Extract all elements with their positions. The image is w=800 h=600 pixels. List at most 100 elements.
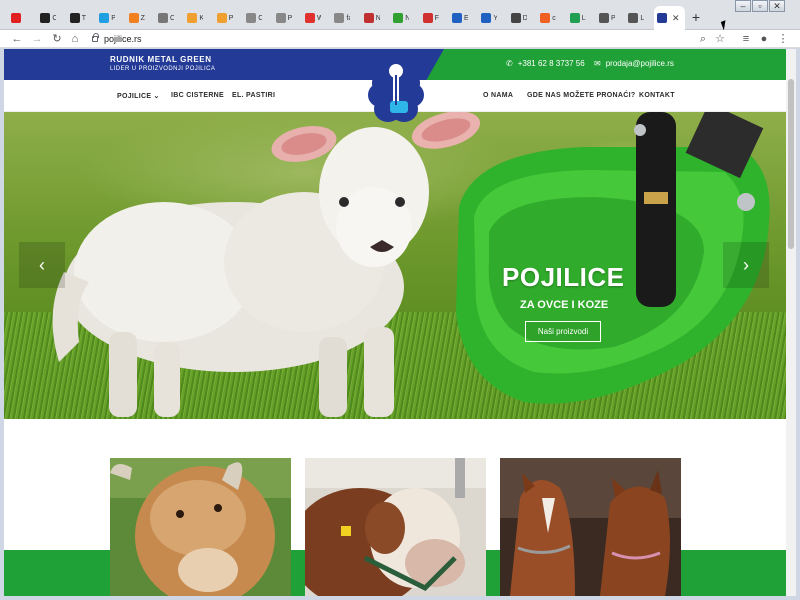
browser-tab[interactable]: N (390, 7, 409, 29)
browser-tab[interactable]: N (361, 7, 380, 29)
product-card-horses[interactable] (500, 458, 681, 596)
url-text: pojilice.rs (104, 34, 142, 44)
browser-tab[interactable]: Pi (596, 7, 615, 29)
tab-favicon-icon (216, 13, 227, 23)
tab-active-pojilice[interactable]: ✕ (654, 6, 685, 30)
browser-tab[interactable]: Ea (449, 7, 468, 29)
horses-photo (500, 458, 681, 596)
phone-contact[interactable]: ✆ +381 62 8 3737 56 (506, 59, 585, 68)
browser-tab[interactable]: Yc (478, 7, 497, 29)
web-page: RUDNIK METAL GREEN LIDER U PROIZVODNJI P… (4, 49, 786, 596)
home-icon[interactable]: ⌂ (68, 32, 82, 46)
back-arrow-icon[interactable]: ← (10, 32, 24, 46)
tab-label: Fo (434, 14, 439, 22)
zoom-icon[interactable]: ⌕ (696, 32, 710, 46)
browser-tab[interactable]: Pi (214, 7, 233, 29)
product-card-bull[interactable] (305, 458, 486, 596)
nav-item-pojilice[interactable]: POJILICE ⌄ (117, 92, 160, 100)
browser-toolbar: ← → ↻ ⌂ pojilice.rs ⌕ ☆ ≡ ● ⋮ (0, 30, 800, 48)
tab-favicon-icon (128, 13, 139, 23)
envelope-icon: ✉ (594, 59, 601, 68)
slider-prev-arrow[interactable]: ‹ (19, 242, 65, 288)
tab-favicon-icon (99, 13, 110, 23)
page-scrollbar[interactable] (786, 49, 796, 596)
profile-avatar-icon[interactable]: ● (757, 32, 771, 46)
browser-tab[interactable]: Lc (625, 7, 644, 29)
tab-favicon-icon (452, 13, 462, 23)
lamb-image (52, 112, 481, 417)
tab-favicon-icon (334, 13, 345, 23)
nav-item-ibc-cisterne[interactable]: IBC CISTERNE (171, 92, 224, 99)
tab-favicon-icon (363, 13, 374, 23)
browser-tab[interactable]: Li (567, 7, 586, 29)
email-contact[interactable]: ✉ prodaja@pojilice.rs (594, 59, 674, 68)
reading-list-icon[interactable]: ≡ (739, 32, 753, 46)
tab-label: cl (552, 14, 556, 22)
brand-name: RUDNIK METAL GREEN (110, 55, 212, 64)
reload-icon[interactable]: ↻ (50, 32, 64, 46)
bull-photo (305, 458, 486, 596)
tab-favicon-icon (481, 13, 492, 23)
tab-label: Pi (228, 14, 233, 22)
browser-tab[interactable]: C (243, 7, 262, 29)
mouse-cursor-icon (720, 18, 734, 31)
forward-arrow-icon[interactable]: → (30, 32, 44, 46)
bookmark-star-icon[interactable]: ☆ (713, 32, 727, 46)
tab-favicon-icon (393, 13, 404, 23)
browser-tab[interactable]: P: (273, 7, 292, 29)
browser-tab[interactable]: C: (155, 7, 174, 29)
tab-label: Th (81, 14, 86, 22)
brand-tagline: LIDER U PROIZVODNJI POJILICA (110, 66, 216, 72)
nav-item-gde-nas-mozete-pronaci[interactable]: GDE NAS MOŽETE PRONAĆI? (527, 92, 635, 99)
tab-label: Li (581, 14, 586, 22)
nav-item-kontakt[interactable]: KONTAKT (639, 92, 675, 99)
phone-number: +381 62 8 3737 56 (517, 59, 585, 68)
browser-tab[interactable]: Th (67, 7, 86, 29)
product-card-cow[interactable] (110, 458, 291, 596)
browser-tab[interactable] (8, 7, 27, 29)
tab-favicon-icon (187, 13, 198, 23)
tab-label: Ki (199, 14, 204, 22)
new-tab-button[interactable]: + (688, 9, 704, 25)
menu-kebab-icon[interactable]: ⋮ (776, 32, 790, 46)
maximize-button[interactable]: ▫ (752, 0, 768, 12)
nav-item-o-nama[interactable]: O NAMA (483, 92, 513, 99)
tab-label: W (317, 14, 321, 22)
hero-subtitle: ZA OVCE I KOZE (520, 299, 609, 311)
hero-slider: ‹ › POJILICE ZA OVCE I KOZE Naši proizvo… (4, 112, 786, 419)
cow-photo (110, 458, 291, 596)
close-tab-icon[interactable]: ✕ (672, 13, 680, 24)
slider-next-arrow[interactable]: › (723, 242, 769, 288)
tab-favicon-icon (246, 13, 257, 23)
browser-tab[interactable]: Pl (96, 7, 115, 29)
browser-tab[interactable]: D (508, 7, 527, 29)
browser-tab[interactable]: W (302, 7, 321, 29)
tab-label: P: (287, 14, 292, 22)
browser-tab[interactable]: Fo (420, 7, 439, 29)
chevron-down-icon: ⌄ (153, 93, 160, 100)
nav-item-el-pastiri[interactable]: EL. PASTIRI (232, 92, 275, 99)
tab-label: Ea (464, 14, 468, 22)
tab-favicon-icon (158, 13, 168, 23)
close-window-button[interactable]: ✕ (769, 0, 785, 12)
tab-label: fa (346, 14, 351, 22)
sheep-logo-icon (657, 13, 667, 23)
scrollbar-thumb[interactable] (788, 79, 794, 249)
hero-title: POJILICE (502, 262, 625, 292)
browser-tab[interactable]: O (37, 7, 56, 29)
tab-favicon-icon (599, 13, 609, 23)
phone-icon: ✆ (506, 59, 513, 68)
tab-favicon-icon (11, 13, 21, 23)
tab-label: Pl (111, 14, 116, 22)
browser-tab[interactable]: fa (331, 7, 350, 29)
products-button[interactable]: Naši proizvodi (525, 321, 601, 342)
tab-label: C: (170, 14, 174, 22)
minimize-button[interactable]: – (735, 0, 751, 12)
tab-favicon-icon (69, 13, 80, 23)
site-logo[interactable] (366, 61, 426, 129)
browser-tab[interactable]: Ki (184, 7, 203, 29)
tab-favicon-icon (275, 13, 286, 23)
address-bar[interactable]: pojilice.rs (86, 31, 736, 47)
browser-tab[interactable]: cl (537, 7, 556, 29)
browser-tab[interactable]: Za (126, 7, 145, 29)
